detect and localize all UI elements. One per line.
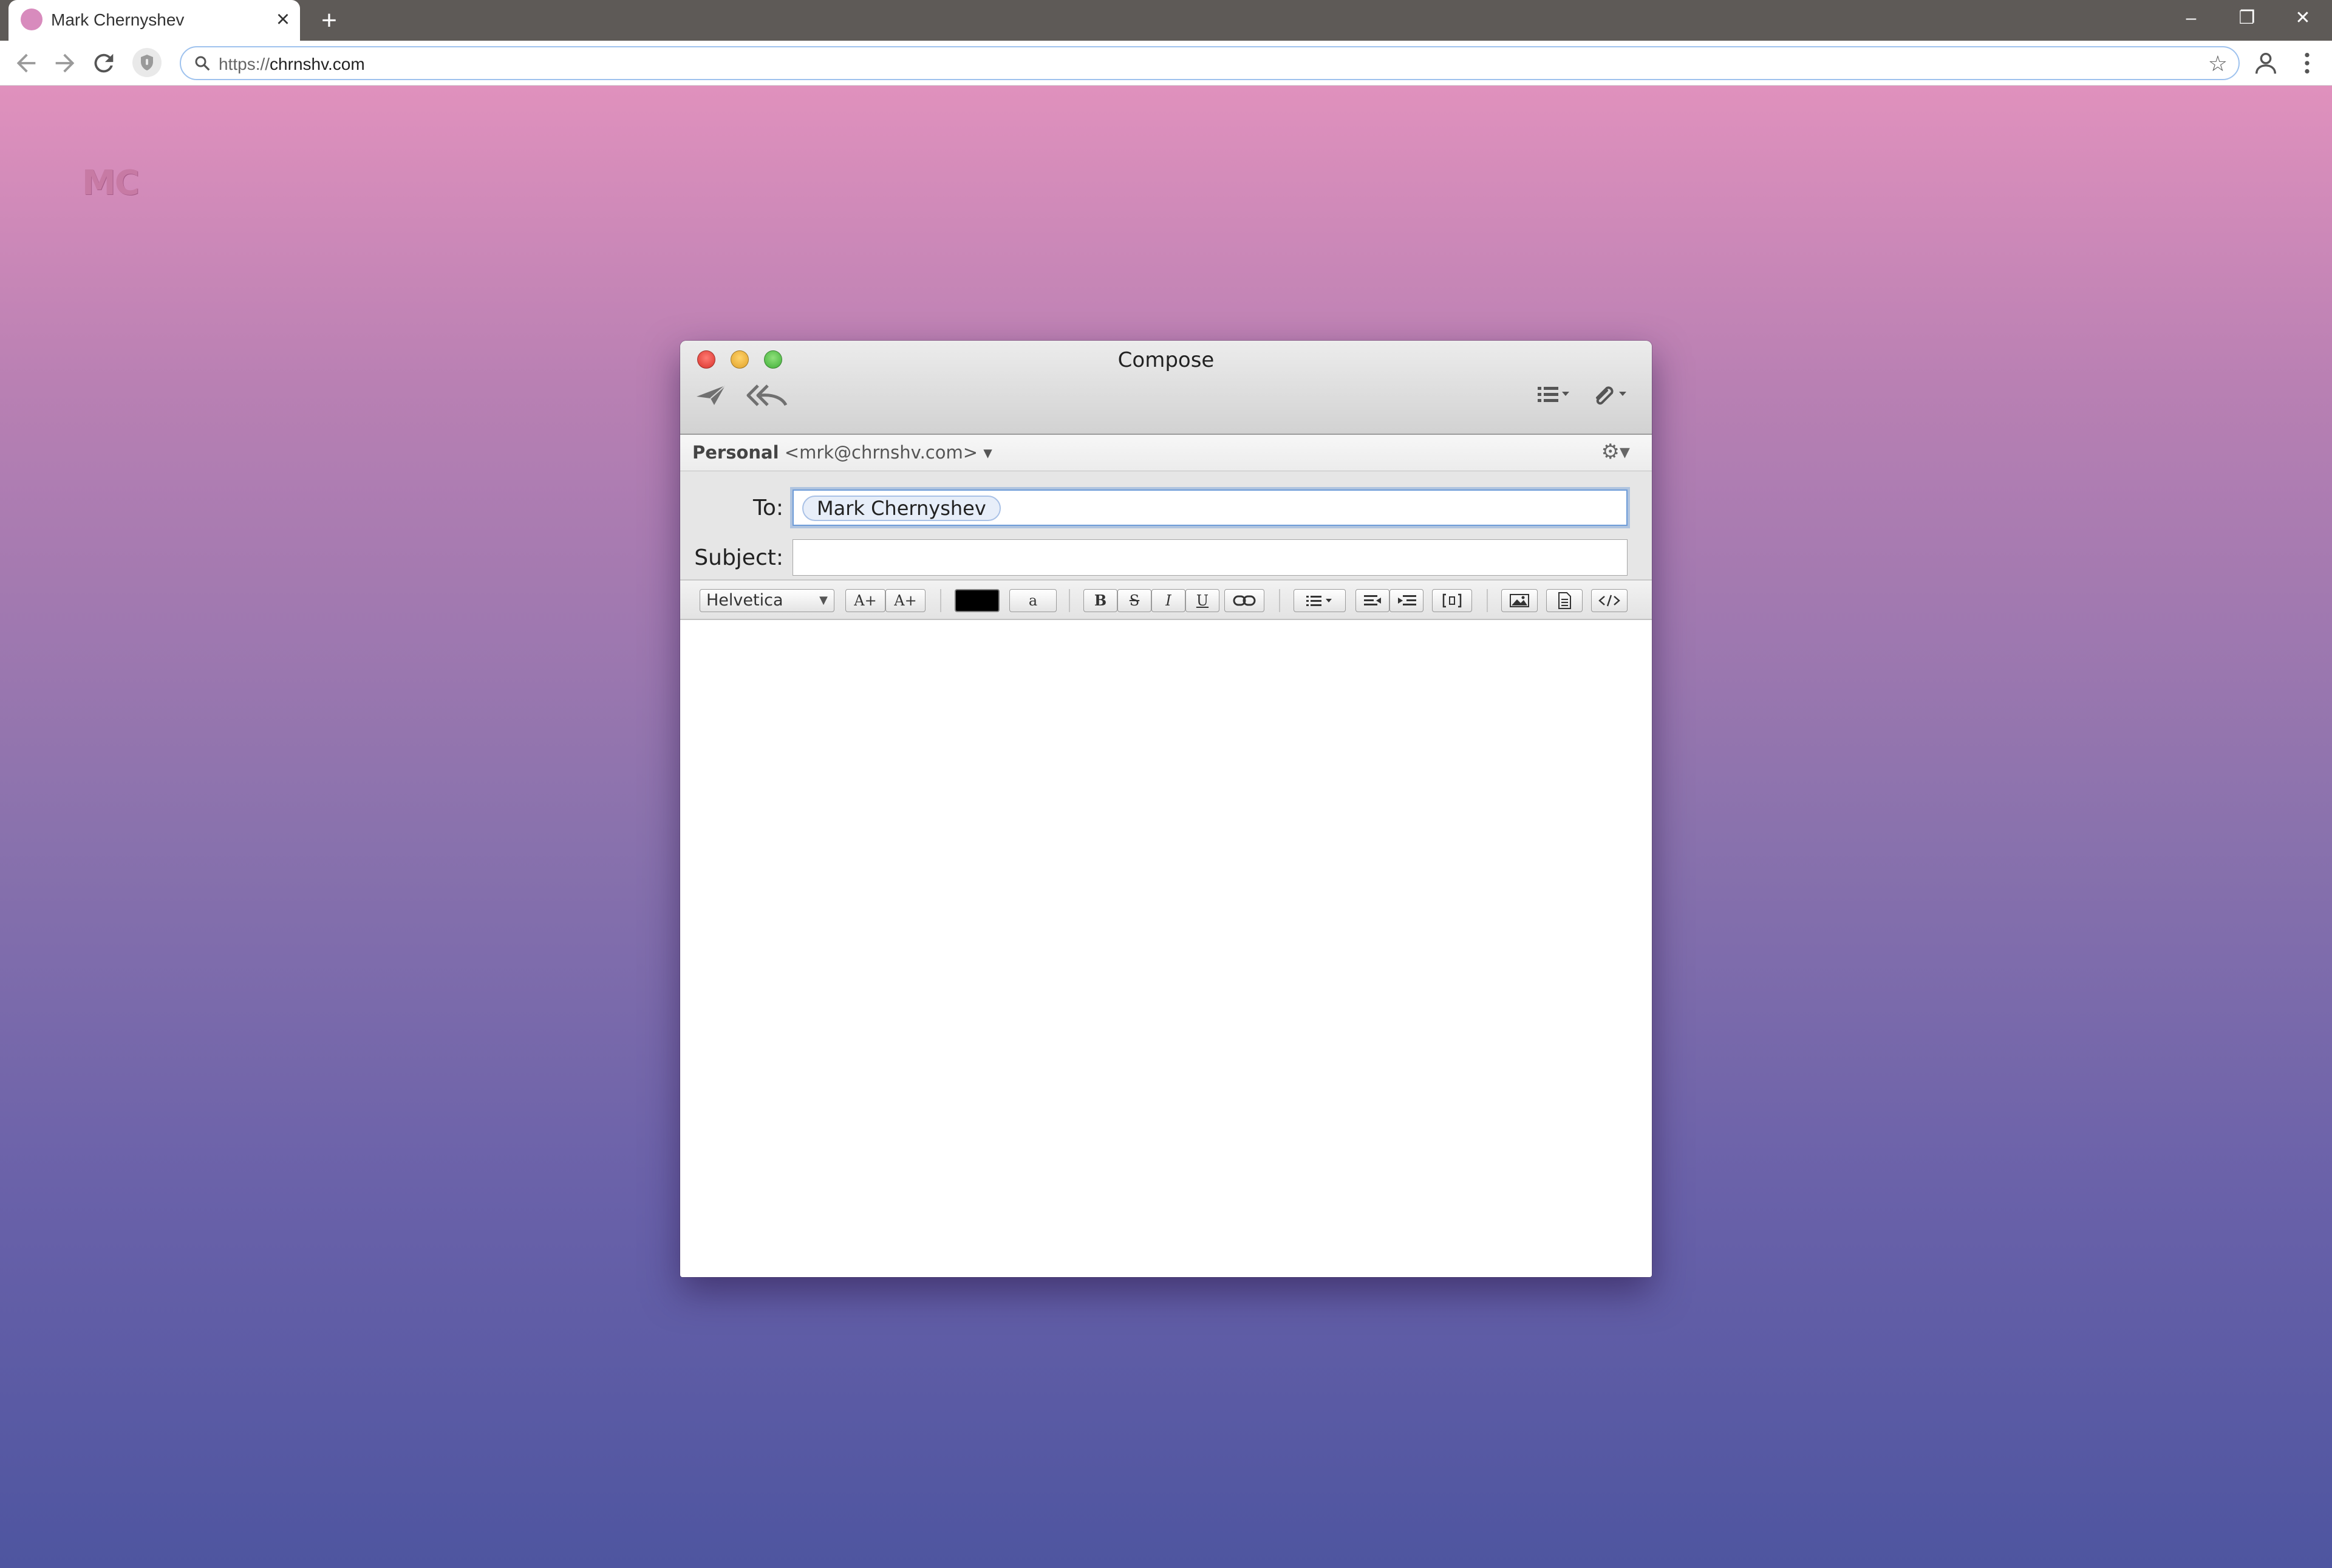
attachment-menu-icon[interactable]	[1592, 382, 1631, 409]
recipient-token[interactable]: Mark Chernyshev	[802, 496, 1001, 521]
toolbar-divider	[1069, 589, 1070, 612]
from-account-bar[interactable]: Personal <mrk@chrnshv.com> ▾ ⚙▾	[680, 435, 1652, 471]
browser-tab[interactable]: Mark Chernyshev ×	[9, 0, 300, 41]
insert-image-icon[interactable]	[1501, 589, 1538, 612]
html-source-icon[interactable]	[1591, 589, 1628, 612]
gear-icon[interactable]: ⚙▾	[1601, 440, 1630, 464]
bold-button[interactable]: B	[1083, 589, 1117, 612]
block-quote-icon[interactable]	[1432, 589, 1472, 612]
toolbar-divider	[1279, 589, 1280, 612]
font-family-value: Helvetica	[706, 591, 783, 610]
url-text: https://chrnshv.com	[219, 55, 365, 74]
increase-font-size-button[interactable]: A+	[845, 589, 885, 612]
restore-button[interactable]: ❐	[2229, 5, 2265, 32]
insert-document-icon[interactable]	[1546, 589, 1583, 612]
formatting-toolbar: Helvetica ▼ A+ A+ a B S I U	[680, 581, 1652, 620]
back-arrow-icon[interactable]	[12, 49, 40, 77]
star-icon[interactable]: ☆	[2208, 51, 2228, 77]
page-background: MC Compose Personal <mrk@chrnshv.com> ▾ …	[0, 86, 2332, 1568]
minimize-button[interactable]: –	[2173, 5, 2209, 32]
reply-all-icon[interactable]	[746, 382, 788, 412]
message-body-editor[interactable]	[680, 620, 1652, 1277]
italic-button[interactable]: I	[1151, 589, 1185, 612]
highlight-color-button[interactable]: a	[1009, 589, 1057, 612]
forward-arrow-icon[interactable]	[51, 49, 79, 77]
text-color-swatch[interactable]	[955, 589, 1000, 612]
tab-close-icon[interactable]: ×	[272, 8, 294, 31]
list-menu-icon[interactable]	[1535, 382, 1574, 409]
url-host: chrnshv.com	[270, 55, 365, 73]
url-scheme: https://	[219, 55, 270, 73]
strikethrough-button[interactable]: S	[1117, 589, 1151, 612]
toolbar-divider	[940, 589, 941, 612]
from-account-selector[interactable]: Personal <mrk@chrnshv.com> ▾	[692, 442, 992, 463]
list-style-icon[interactable]	[1294, 589, 1346, 612]
compose-title: Compose	[1117, 348, 1215, 372]
toolbar-divider	[1487, 589, 1488, 612]
decrease-font-size-button[interactable]: A+	[885, 589, 926, 612]
subject-field[interactable]	[793, 539, 1628, 576]
profile-icon[interactable]	[2252, 49, 2280, 77]
from-account-name: Personal	[692, 442, 779, 463]
compose-window: Compose Personal <mrk@chrnshv.com> ▾ ⚙▾ …	[680, 341, 1652, 1277]
new-tab-button[interactable]: +	[316, 7, 343, 34]
browser-titlebar: Mark Chernyshev × + – ❐ ✕	[0, 0, 2332, 41]
link-icon[interactable]	[1224, 589, 1264, 612]
menu-kebab-icon[interactable]	[2293, 49, 2321, 77]
shield-icon[interactable]	[132, 48, 162, 77]
tab-title: Mark Chernyshev	[51, 10, 185, 29]
underline-button[interactable]: U	[1185, 589, 1219, 612]
to-label: To:	[752, 496, 783, 520]
from-caret-icon: ▾	[983, 442, 992, 463]
chevron-down-icon: ▼	[819, 594, 828, 607]
favicon-icon	[21, 9, 43, 30]
site-logo[interactable]: MC	[82, 163, 140, 203]
send-icon[interactable]	[695, 382, 728, 412]
subject-label: Subject:	[694, 545, 783, 570]
compose-header: Compose	[680, 341, 1652, 435]
search-icon	[193, 54, 211, 75]
reload-icon[interactable]	[90, 49, 118, 77]
outdent-icon[interactable]	[1355, 589, 1389, 612]
from-account-address: <mrk@chrnshv.com>	[784, 442, 978, 463]
close-window-button[interactable]: ✕	[2285, 5, 2321, 32]
address-bar[interactable]: https://chrnshv.com ☆	[180, 46, 2240, 80]
browser-toolbar: https://chrnshv.com ☆	[0, 41, 2332, 86]
header-fields: To: Mark Chernyshev Subject:	[680, 471, 1652, 581]
font-family-select[interactable]: Helvetica ▼	[700, 589, 834, 612]
indent-icon[interactable]	[1389, 589, 1423, 612]
to-field[interactable]: Mark Chernyshev	[793, 489, 1628, 526]
